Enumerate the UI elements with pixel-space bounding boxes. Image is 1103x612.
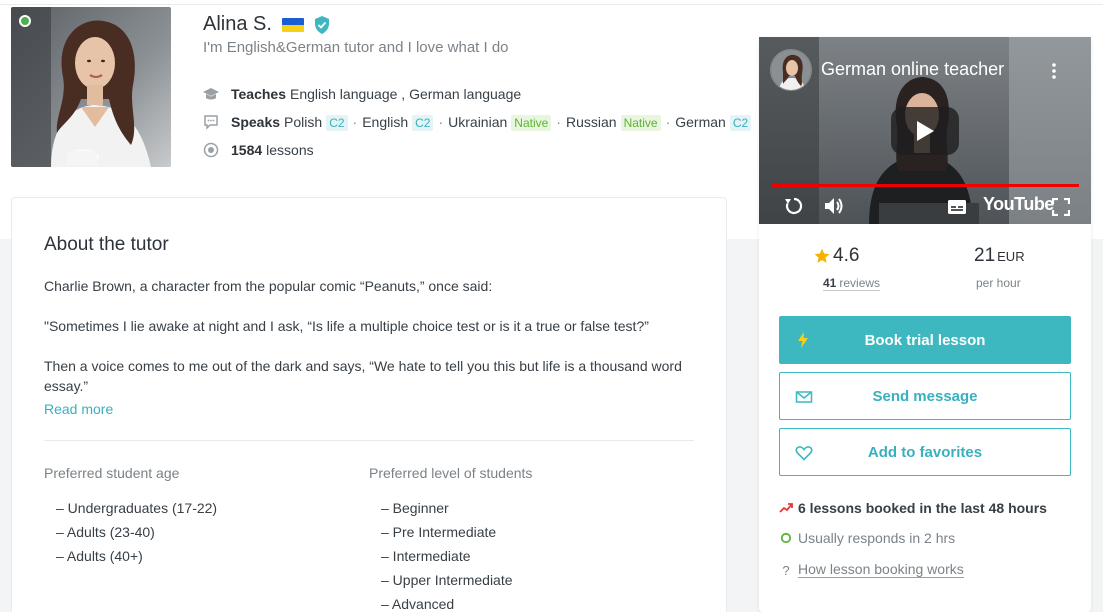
preferred-age-title: Preferred student age (44, 465, 180, 481)
about-paragraph: Charlie Brown, a character from the popu… (44, 278, 493, 294)
tutor-avatar[interactable] (11, 7, 171, 167)
video-title[interactable]: German online teacher (821, 59, 1004, 80)
teaches-value: English language , German language (290, 86, 522, 102)
list-item: – Intermediate (381, 548, 471, 564)
price: 21 EUR (974, 245, 1025, 267)
play-button[interactable] (891, 107, 959, 155)
verified-shield-icon[interactable] (314, 15, 330, 34)
level-badge: C2 (729, 114, 752, 131)
more-options-icon[interactable] (1049, 61, 1059, 81)
language-item: German C2 (675, 114, 752, 131)
intro-video[interactable]: German online teacher YouTube (759, 37, 1091, 224)
list-item: – Adults (23-40) (56, 524, 155, 540)
list-item: – Adults (40+) (56, 548, 143, 564)
preferred-level-list: – Beginner – Pre Intermediate – Intermed… (381, 498, 513, 612)
how-booking-works: ? How lesson booking works (779, 562, 964, 578)
send-message-label: Send message (872, 387, 978, 405)
level-badge: Native (620, 114, 661, 131)
response-text: Usually responds in 2 hrs (798, 530, 956, 546)
list-item: – Beginner (381, 500, 449, 516)
list-item: – Upper Intermediate (381, 572, 513, 588)
youtube-logo[interactable]: YouTube (983, 194, 1054, 215)
trending-up-icon (779, 502, 793, 514)
booked-text: 6 lessons booked in the last 48 hours (798, 500, 1047, 516)
about-card: About the tutor Charlie Brown, a charact… (11, 197, 727, 612)
lightning-icon (794, 331, 812, 349)
lessons-label: lessons (266, 142, 314, 158)
online-status-dot (19, 15, 31, 27)
per-hour-label: per hour (976, 276, 1021, 290)
send-message-button[interactable]: Send message (779, 372, 1071, 420)
about-paragraph: "Sometimes I lie awake at night and I as… (44, 318, 649, 334)
lessons-row: 1584 lessons (201, 141, 314, 159)
level-badge: Native (511, 114, 552, 131)
ukraine-flag-icon (281, 17, 304, 32)
booking-card: German online teacher YouTube 4.6 41 rev… (759, 37, 1091, 612)
list-item: – Undergraduates (17-22) (56, 500, 218, 516)
list-item: – Pre Intermediate (381, 524, 497, 540)
rating-value: 4.6 (833, 245, 860, 266)
speech-bubble-icon (201, 113, 221, 131)
question-icon: ? (782, 562, 790, 578)
about-paragraph: Then a voice comes to me out of the dark… (44, 358, 682, 394)
language-item: Ukrainian Native (448, 114, 552, 131)
price-currency: EUR (997, 249, 1025, 264)
reviews-label: reviews (839, 276, 881, 290)
fullscreen-icon[interactable] (1051, 197, 1071, 221)
speaks-row: Speaks Polish C2 · English C2 · Ukrainian N… (201, 113, 752, 131)
read-more-link[interactable]: Read more (44, 401, 113, 417)
list-item: – Advanced (381, 596, 455, 612)
play-icon (917, 121, 934, 141)
video-progress-bar[interactable] (771, 184, 1079, 187)
top-divider (0, 4, 1103, 5)
preferred-age-list: – Undergraduates (17-22) – Adults (23-40… (56, 498, 217, 570)
replay-icon[interactable] (783, 195, 805, 222)
speaks-label: Speaks (231, 114, 281, 130)
rating: 4.6 (814, 245, 859, 267)
level-badge: C2 (326, 114, 348, 131)
heart-icon (795, 444, 813, 462)
reviews-count: 41 (823, 276, 837, 290)
teaches-row: Teaches English language , German langua… (201, 85, 521, 103)
book-trial-label: Book trial lesson (864, 331, 986, 349)
reviews-link[interactable]: 41 reviews (823, 276, 881, 291)
lessons-count: 1584 (231, 142, 263, 158)
add-to-favorites-button[interactable]: Add to favorites (779, 428, 1071, 476)
star-icon (814, 248, 830, 263)
teaches-label: Teaches (231, 86, 286, 102)
booked-recently: 6 lessons booked in the last 48 hours (779, 500, 1047, 516)
subtitles-icon[interactable] (947, 199, 967, 220)
graduation-cap-icon (201, 85, 221, 103)
language-item: Polish C2 (284, 114, 348, 131)
language-item: Russian Native (566, 114, 661, 131)
add-to-favorites-label: Add to favorites (867, 443, 983, 461)
volume-icon[interactable] (823, 196, 845, 221)
channel-avatar[interactable] (770, 49, 812, 91)
status-circle-icon (779, 532, 793, 544)
tutor-name: Alina S. (203, 13, 272, 35)
about-title: About the tutor (44, 234, 169, 255)
tutor-headline: I'm English&German tutor and I love what… (203, 39, 509, 56)
level-badge: C2 (412, 114, 434, 131)
preferred-level-title: Preferred level of students (369, 465, 533, 481)
about-divider (44, 440, 694, 441)
language-item: English C2 (362, 114, 434, 131)
envelope-icon (795, 388, 813, 406)
book-trial-button[interactable]: Book trial lesson (779, 316, 1071, 364)
price-value: 21 (974, 245, 996, 266)
how-booking-link[interactable]: How lesson booking works (798, 562, 964, 578)
response-time: Usually responds in 2 hrs (779, 530, 955, 546)
lessons-circle-icon (201, 141, 221, 159)
